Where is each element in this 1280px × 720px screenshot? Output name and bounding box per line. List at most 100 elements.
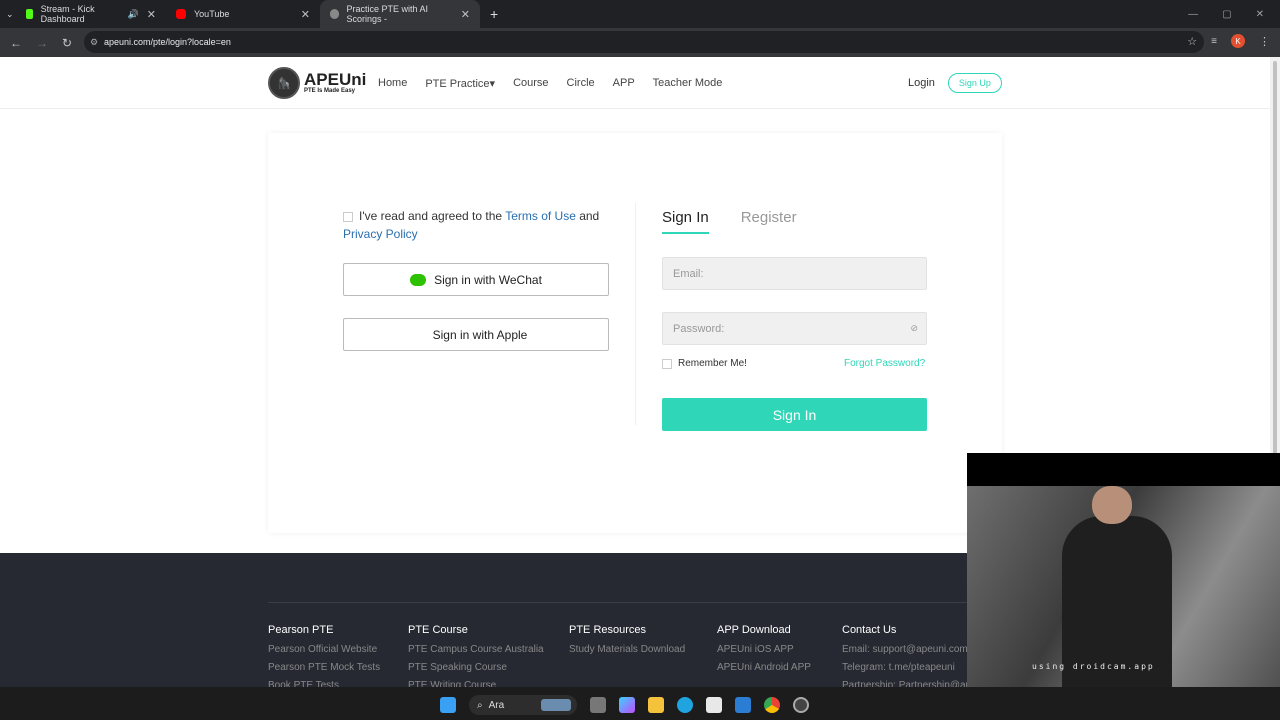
footer-link[interactable]: Study Materials Download	[569, 641, 685, 659]
footer-link[interactable]: Pearson Official Website	[268, 641, 380, 659]
signup-button[interactable]: Sign Up	[947, 73, 1002, 93]
remember-me[interactable]: Remember Me!	[662, 358, 747, 369]
windows-taskbar: ⌕ Ara	[0, 687, 1280, 720]
tab-title: Stream - Kick Dashboard	[40, 4, 95, 24]
webcam-video	[967, 486, 1280, 687]
more-menu-icon[interactable]: ⋮	[1259, 35, 1270, 48]
site-header: 🦍 APEUni PTE Is Made Easy Home PTE Pract…	[0, 57, 1270, 109]
file-explorer-icon[interactable]	[648, 697, 664, 713]
agree-prefix: I've read and agreed to the	[359, 209, 506, 223]
browser-tab-strip: ⌄ Stream - Kick Dashboard 🔊 ✕ YouTube ✕ …	[0, 0, 1280, 28]
agree-and: and	[575, 209, 600, 223]
site-logo[interactable]: 🦍 APEUni PTE Is Made Easy	[268, 67, 366, 99]
footer-link[interactable]: APEUni iOS APP	[717, 641, 811, 659]
footer-link[interactable]: Email: support@apeuni.com	[842, 641, 977, 659]
youtube-icon	[176, 9, 186, 19]
obs-icon[interactable]	[793, 697, 809, 713]
password-field[interactable]: Password: ⊘	[662, 312, 927, 345]
browser-tab-apeuni[interactable]: Practice PTE with AI Scorings - ✕	[320, 0, 480, 28]
footer-col-title: Pearson PTE	[268, 624, 334, 636]
nav-home[interactable]: Home	[378, 77, 407, 90]
forgot-password-link[interactable]: Forgot Password?	[844, 358, 925, 369]
profile-avatar[interactable]: K	[1231, 34, 1245, 48]
terms-agreement: I've read and agreed to the Terms of Use…	[343, 207, 613, 243]
webcam-overlay: using droidcam.app	[967, 453, 1280, 687]
nav-app[interactable]: APP	[613, 77, 635, 90]
tab-search-button[interactable]: ⌄	[0, 0, 16, 28]
footer-col-course: PTE Course PTE Campus Course Australia P…	[408, 621, 544, 687]
audio-icon[interactable]: 🔊	[128, 9, 139, 20]
terms-link[interactable]: Terms of Use	[505, 209, 576, 223]
auth-links: Login Sign Up	[908, 73, 1002, 93]
tab-sign-in[interactable]: Sign In	[662, 209, 709, 234]
store-icon[interactable]	[706, 697, 722, 713]
windows-start-icon[interactable]	[440, 697, 456, 713]
column-divider	[635, 203, 636, 425]
nav-teacher-mode[interactable]: Teacher Mode	[653, 77, 723, 90]
search-highlight-icon	[541, 699, 571, 711]
reload-icon[interactable]: ↻	[62, 36, 72, 50]
apeuni-favicon-icon	[330, 9, 339, 19]
copilot-icon[interactable]	[619, 697, 635, 713]
address-bar-row: ← → ↻ ⚙ apeuni.com/pte/login?locale=en ☆…	[0, 28, 1280, 57]
footer-link[interactable]: Book PTE Tests	[268, 677, 380, 687]
footer-link[interactable]: PTE Campus Course Australia	[408, 641, 544, 659]
auth-tabs: Sign In Register	[662, 209, 797, 234]
back-icon[interactable]: ←	[10, 36, 22, 50]
footer-link[interactable]: Telegram: t.me/pteapeuni	[842, 659, 977, 677]
nav-pte-practice[interactable]: PTE Practice▾	[425, 77, 495, 90]
footer-link[interactable]: Pearson PTE Mock Tests	[268, 659, 380, 677]
new-tab-button[interactable]: +	[480, 0, 508, 28]
email-field[interactable]: Email:	[662, 257, 927, 290]
privacy-link[interactable]: Privacy Policy	[343, 227, 418, 241]
terms-checkbox[interactable]	[343, 211, 353, 222]
close-window-icon[interactable]: ✕	[1256, 9, 1264, 20]
footer-col-title: PTE Resources	[569, 624, 647, 636]
remember-checkbox[interactable]	[662, 358, 672, 369]
footer-link[interactable]: Partnership: Partnership@ape	[842, 677, 977, 687]
minimize-icon[interactable]: —	[1188, 9, 1198, 20]
footer-link[interactable]: APEUni Android APP	[717, 659, 811, 677]
maximize-icon[interactable]: ▢	[1222, 9, 1231, 20]
sign-in-button[interactable]: Sign In	[662, 398, 927, 431]
apple-label: Sign in with Apple	[432, 327, 528, 342]
footer-col-title: APP Download	[717, 624, 791, 636]
footer-divider	[268, 602, 968, 603]
browser-tab-kick[interactable]: Stream - Kick Dashboard 🔊 ✕	[16, 0, 166, 28]
forward-icon[interactable]: →	[36, 36, 48, 50]
url-text: apeuni.com/pte/login?locale=en	[104, 37, 231, 47]
close-icon[interactable]: ✕	[461, 8, 470, 21]
url-field[interactable]: ⚙ apeuni.com/pte/login?locale=en	[84, 31, 1204, 53]
webcam-watermark: using droidcam.app	[1032, 662, 1155, 671]
browser-tab-youtube[interactable]: YouTube ✕	[166, 0, 320, 28]
media-controls-icon[interactable]: ≡	[1211, 36, 1217, 47]
wechat-signin-button[interactable]: Sign in with WeChat	[343, 263, 609, 296]
remember-label: Remember Me!	[678, 358, 747, 369]
edge-icon[interactable]	[677, 697, 693, 713]
main-nav: Home PTE Practice▾ Course Circle APP Tea…	[378, 77, 722, 90]
mail-icon[interactable]	[735, 697, 751, 713]
chrome-icon[interactable]	[764, 697, 780, 713]
tab-register[interactable]: Register	[741, 209, 797, 234]
nav-circle[interactable]: Circle	[567, 77, 595, 90]
taskbar-icons: ⌕ Ara	[440, 695, 809, 715]
email-placeholder: Email:	[673, 267, 704, 280]
nav-course[interactable]: Course	[513, 77, 548, 90]
close-icon[interactable]: ✕	[301, 8, 310, 21]
footer-col-app: APP Download APEUni iOS APP APEUni Andro…	[717, 621, 811, 677]
login-card: I've read and agreed to the Terms of Use…	[268, 133, 1002, 533]
footer-link[interactable]: PTE Writing Course	[408, 677, 544, 687]
close-icon[interactable]: ✕	[147, 8, 156, 21]
apple-signin-button[interactable]: Sign in with Apple	[343, 318, 609, 351]
toolbar-right: ☆ ≡ K ⋮	[1187, 34, 1270, 48]
login-link[interactable]: Login	[908, 77, 935, 89]
logo-text: APEUni	[304, 70, 367, 89]
bookmark-star-icon[interactable]: ☆	[1187, 35, 1197, 48]
search-icon: ⌕	[477, 699, 483, 711]
site-info-icon[interactable]: ⚙	[90, 37, 98, 48]
footer-link[interactable]: PTE Speaking Course	[408, 659, 544, 677]
taskbar-search[interactable]: ⌕ Ara	[469, 695, 577, 715]
eye-off-icon[interactable]: ⊘	[910, 323, 918, 334]
tab-title: YouTube	[194, 9, 230, 19]
task-view-icon[interactable]	[590, 697, 606, 713]
